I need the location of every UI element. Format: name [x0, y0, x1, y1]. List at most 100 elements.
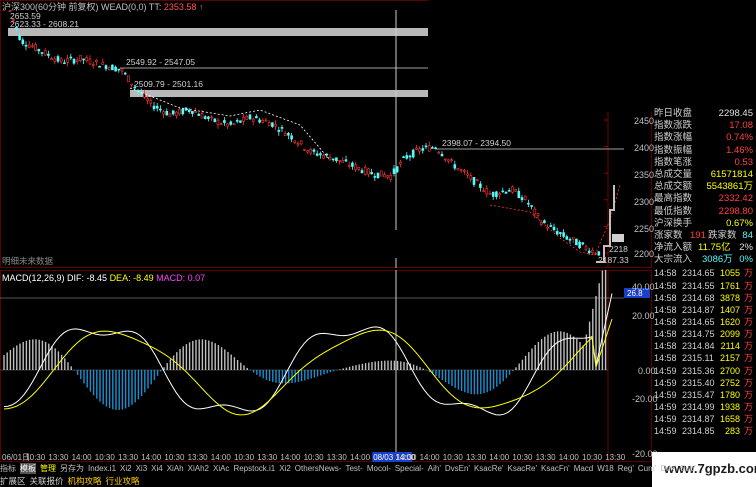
bottom-tab[interactable]: 行业攻略	[106, 475, 140, 487]
bottom-tabs[interactable]: 扩展区 关联报价 机构攻略 行业攻略	[0, 475, 756, 487]
candle-body	[450, 159, 453, 161]
toolbar-item[interactable]: KsacFn'	[541, 464, 570, 473]
x-label: 10:30	[164, 453, 185, 462]
tick-time: 14:59	[654, 365, 677, 376]
candle-body	[415, 147, 418, 150]
dea-line	[3, 318, 613, 416]
x-label: 13:30	[466, 453, 487, 462]
bottom-tab[interactable]: 扩展区	[0, 475, 26, 487]
quote-row: 昨日收盘 2298.45	[652, 108, 756, 120]
quote-row: 最低指数 2298.80	[652, 206, 756, 218]
candle-body	[18, 35, 21, 40]
candle-body	[277, 130, 281, 132]
candle-body	[488, 193, 492, 195]
quote-value: 0.53	[734, 156, 754, 168]
quote-label: 沪深换手	[654, 217, 693, 229]
candle-body	[59, 58, 63, 63]
candle-body	[101, 61, 105, 65]
toolbar-item[interactable]: Xi4	[151, 464, 163, 473]
toolbar-item[interactable]: Repstock.i1	[233, 464, 275, 473]
bottom-tab[interactable]: 机构攻略	[68, 475, 102, 487]
toolbar-item[interactable]: W18	[597, 464, 613, 473]
macd-chart[interactable]: 26.8	[0, 270, 652, 462]
inflow-label: 净流入额	[654, 242, 693, 254]
toolbar-item[interactable]: XiAc	[213, 464, 229, 473]
toolbar-item[interactable]: DvsEn'	[445, 464, 470, 473]
x-label: 14:00	[141, 453, 162, 462]
candle-body	[559, 232, 562, 235]
dif-line	[3, 293, 613, 416]
candle-body	[69, 56, 73, 59]
toolbar-item[interactable]: 指标	[0, 463, 16, 474]
quote-value: 0.67%	[726, 217, 753, 229]
x-label: 14:00	[489, 453, 510, 462]
candle-body	[328, 157, 332, 161]
candle-body	[248, 114, 252, 120]
candle-body	[581, 242, 585, 245]
tick-row: 14:59 2315.36 2700 万	[652, 365, 756, 377]
toolbar-item[interactable]: Mocol-	[367, 464, 391, 473]
toolbar-item[interactable]: Xi2	[279, 464, 291, 473]
toolbar-item[interactable]: OthersNews-	[295, 464, 342, 473]
x-label: 13:30	[605, 453, 626, 462]
candle-body	[299, 140, 303, 145]
candle-body	[95, 59, 98, 63]
toolbar-item[interactable]: Macd	[574, 464, 594, 473]
candle-body	[37, 49, 41, 52]
toolbar-item[interactable]: 模板	[20, 463, 36, 474]
updown-label1: 涨家数	[654, 229, 683, 241]
tick-unit: 万	[743, 304, 753, 315]
quote-label: 指数涨幅	[654, 132, 693, 144]
tick-volume: 2700	[719, 365, 740, 376]
band1-label: 2623.33 - 2608.21	[10, 19, 79, 29]
toolbar-item[interactable]: KsacRe'	[507, 464, 537, 473]
quote-label: 总成交量	[654, 168, 693, 180]
tick-time: 14:58	[654, 329, 677, 340]
candle-body	[79, 55, 82, 61]
toolbar-item[interactable]: Index.i1	[88, 464, 116, 473]
toolbar-item[interactable]: XiAh	[167, 464, 184, 473]
toolbar-item[interactable]: Reg'	[618, 464, 634, 473]
macd-chart-canvas[interactable]: 26.8	[0, 270, 652, 462]
candle-body	[440, 153, 444, 157]
candle-body	[434, 147, 437, 150]
time-axis: 06/01日 10:30 13:30 14:00 10:30 13:30 14:00 10:3…	[0, 452, 652, 463]
toolbar-item[interactable]: Xi2	[120, 464, 132, 473]
tick-unit: 万	[743, 426, 753, 437]
toolbar-item[interactable]: Ddx'	[660, 464, 676, 473]
candle-body	[543, 220, 546, 224]
toolbar-item[interactable]: XiAh2	[188, 464, 209, 473]
x-label: 14:00	[280, 453, 301, 462]
x-label: 10:30	[512, 453, 533, 462]
toolbar-item[interactable]: 管理	[40, 463, 56, 474]
toolbar-item[interactable]: Aih'	[428, 464, 441, 473]
candle-body	[27, 44, 31, 48]
tick-row: 14:58 2314.68 3878 万	[652, 292, 756, 304]
tick-unit: 万	[743, 365, 753, 376]
toolbar-item[interactable]: Test-	[345, 464, 362, 473]
toolbar-item[interactable]: Special-	[395, 464, 424, 473]
tick-row: 14:59 2315.40 2752 万	[652, 377, 756, 389]
inflow-row: 净流入额 11.75亿 2%	[652, 242, 756, 254]
candle-body	[181, 108, 185, 115]
candle-body	[357, 167, 361, 170]
band2-label: 2549.92 - 2547.05	[126, 57, 195, 67]
indicator-toolbar[interactable]: 指标 模板 管理 另存为 Index.i1 Xi2 Xi3 Xi4 XiAh XiAh2 XiAc R…	[0, 463, 696, 474]
toolbar-item[interactable]: Xi3	[136, 464, 148, 473]
candle-body	[469, 175, 473, 180]
toolbar-item[interactable]: KsacRe'	[474, 464, 504, 473]
candle-body	[40, 52, 44, 54]
tick-volume: 3878	[719, 292, 740, 303]
x-label: 13:30	[48, 453, 69, 462]
candle-body	[514, 189, 517, 192]
band3-label: 2509.79 - 2501.16	[134, 79, 203, 89]
tick-row: 14:58 2314.84 2114 万	[652, 340, 756, 352]
tick-time: 14:59	[654, 377, 677, 388]
candle-body	[258, 119, 261, 123]
candle-body	[479, 183, 482, 188]
bottom-tab[interactable]: 关联报价	[30, 475, 64, 487]
quote-value: 2298.45	[718, 108, 753, 119]
toolbar-item[interactable]: 另存为	[60, 463, 84, 474]
toolbar-item[interactable]: Cum'	[638, 464, 656, 473]
toolbar-item[interactable]: Sup'	[680, 464, 696, 473]
